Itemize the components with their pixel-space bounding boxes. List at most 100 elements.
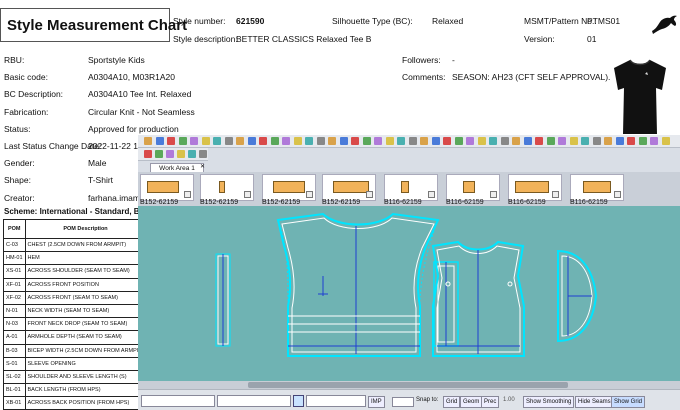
toolbar-tool-icon[interactable] bbox=[305, 137, 313, 145]
toolbar-tool-icon[interactable] bbox=[408, 137, 417, 145]
toolbar-tool-icon[interactable] bbox=[489, 137, 497, 145]
toolbar-tool-icon[interactable] bbox=[638, 137, 647, 145]
toolbar-tool-icon[interactable] bbox=[188, 150, 196, 158]
toolbar-tool-icon[interactable] bbox=[420, 137, 428, 145]
thumbnail-menu-icon[interactable] bbox=[552, 191, 559, 198]
toolbar-tool-icon[interactable] bbox=[466, 137, 474, 145]
toolbar-tool-icon[interactable] bbox=[581, 137, 589, 145]
toolbar-tool-icon[interactable] bbox=[546, 137, 555, 145]
pattern-thumbnail-label: B116-62159 bbox=[570, 199, 608, 206]
toolbar-tool-icon[interactable] bbox=[224, 137, 233, 145]
pattern-thumbnail[interactable] bbox=[140, 174, 194, 201]
thumbnail-menu-icon[interactable] bbox=[490, 191, 497, 198]
imp-button[interactable]: IMP bbox=[368, 396, 385, 408]
toolbar-tool-icon[interactable] bbox=[661, 137, 670, 145]
toolbar-tool-icon[interactable] bbox=[213, 137, 221, 145]
toolbar-tool-icon[interactable] bbox=[558, 137, 566, 145]
detail-label: RBU: bbox=[4, 55, 25, 65]
toolbar-tool-icon[interactable] bbox=[592, 137, 601, 145]
detail-label: Last Status Change Date: bbox=[4, 141, 102, 151]
hide-seams-button[interactable]: Hide Seams bbox=[575, 396, 614, 408]
toolbar-tool-icon[interactable] bbox=[362, 137, 371, 145]
toolbar-tool-icon[interactable] bbox=[282, 137, 290, 145]
pattern-thumbnail-label: B152-62159 bbox=[140, 199, 179, 206]
color-swatch[interactable] bbox=[293, 395, 304, 407]
snap-grid-button[interactable]: Grid bbox=[443, 396, 461, 408]
horizontal-scrollbar[interactable] bbox=[138, 381, 680, 389]
snap-geom-button[interactable]: Geom bbox=[460, 396, 483, 408]
pattern-thumbnail[interactable] bbox=[446, 174, 500, 201]
toolbar-tool-icon[interactable] bbox=[247, 137, 256, 145]
toolbar-tool-icon[interactable] bbox=[374, 137, 382, 145]
toolbar-tool-icon[interactable] bbox=[339, 137, 348, 145]
toolbar-tool-icon[interactable] bbox=[431, 137, 440, 145]
pattern-thumbnail-shape bbox=[583, 181, 611, 193]
silhouette-label: Silhouette Type (BC): bbox=[332, 16, 413, 26]
toolbar-tool-icon[interactable] bbox=[443, 137, 451, 145]
toolbar-tool-icon[interactable] bbox=[627, 137, 635, 145]
toolbar-tool-icon[interactable] bbox=[351, 137, 359, 145]
toolbar-tool-icon[interactable] bbox=[190, 137, 198, 145]
snap-prec-button[interactable]: Prec bbox=[481, 396, 500, 408]
pattern-thumbnail[interactable] bbox=[200, 174, 254, 201]
toolbar-tool-icon[interactable] bbox=[144, 150, 152, 158]
pom-description: BICEP WIDTH (2.5CM DOWN FROM ARMPIT) bbox=[24, 343, 147, 358]
toolbar-tool-icon[interactable] bbox=[236, 137, 244, 145]
followers-label: Followers: bbox=[402, 55, 441, 65]
toolbar-tool-icon[interactable] bbox=[144, 137, 152, 145]
show-grid-button[interactable]: Show Grid bbox=[611, 396, 646, 408]
silhouette-value: Relaxed bbox=[432, 16, 464, 26]
show-smoothing-button[interactable]: Show Smoothing bbox=[523, 396, 575, 408]
toolbar-tool-icon[interactable] bbox=[523, 137, 532, 145]
toolbar-tool-icon[interactable] bbox=[201, 137, 210, 145]
toolbar-tool-icon[interactable] bbox=[604, 137, 612, 145]
toolbar-tool-icon[interactable] bbox=[535, 137, 543, 145]
scale-value: 1.00 bbox=[503, 397, 515, 403]
status-field-3 bbox=[306, 395, 366, 407]
tshirt-image bbox=[614, 59, 666, 134]
toolbar-tool-icon[interactable] bbox=[500, 137, 509, 145]
toolbar-tool-icon[interactable] bbox=[569, 137, 578, 145]
pom-table: POM POM Description C-03 CHEST (2.5CM DOW… bbox=[3, 219, 147, 410]
pattern-canvas[interactable] bbox=[138, 206, 680, 381]
toolbar-tool-icon[interactable] bbox=[397, 137, 405, 145]
toolbar-tool-icon[interactable] bbox=[477, 137, 486, 145]
thumbnail-menu-icon[interactable] bbox=[614, 191, 621, 198]
toolbar-tool-icon[interactable] bbox=[615, 137, 624, 145]
toolbar-tool-icon[interactable] bbox=[385, 137, 394, 145]
thumbnail-menu-icon[interactable] bbox=[184, 191, 191, 198]
pattern-thumbnail[interactable] bbox=[508, 174, 562, 201]
toolbar-tool-icon[interactable] bbox=[650, 137, 658, 145]
scrollbar-thumb[interactable] bbox=[248, 382, 568, 388]
toolbar-tool-icon[interactable] bbox=[199, 150, 207, 158]
toolbar-tool-icon[interactable] bbox=[177, 150, 185, 158]
pattern-thumbnail[interactable] bbox=[322, 174, 376, 201]
thumbnail-menu-icon[interactable] bbox=[366, 191, 373, 198]
toolbar-tool-icon[interactable] bbox=[270, 137, 279, 145]
toolbar-tool-icon[interactable] bbox=[166, 150, 174, 158]
table-row: BL-01 BACK LENGTH (FROM HPS) bbox=[3, 383, 147, 398]
pom-code: BL-01 bbox=[3, 383, 26, 398]
pattern-piece-strip bbox=[215, 253, 231, 347]
puma-cat-icon bbox=[652, 15, 677, 34]
toolbar-tool-icon[interactable] bbox=[316, 137, 325, 145]
toolbar-tool-icon[interactable] bbox=[454, 137, 463, 145]
toolbar-tool-icon[interactable] bbox=[328, 137, 336, 145]
imp-value-field[interactable] bbox=[392, 397, 414, 407]
thumbnail-menu-icon[interactable] bbox=[428, 191, 435, 198]
toolbar-tool-icon[interactable] bbox=[293, 137, 302, 145]
thumbnail-menu-icon[interactable] bbox=[244, 191, 251, 198]
thumbnail-menu-icon[interactable] bbox=[306, 191, 313, 198]
table-row: N-03 FRONT NECK DROP (SEAM TO SEAM) bbox=[3, 317, 147, 332]
toolbar-tool-icon[interactable] bbox=[167, 137, 175, 145]
toolbar-tool-icon[interactable] bbox=[178, 137, 187, 145]
toolbar-tool-icon[interactable] bbox=[512, 137, 520, 145]
pattern-thumbnail[interactable] bbox=[570, 174, 624, 201]
pom-description: ARMHOLE DEPTH (SEAM TO SEAM) bbox=[24, 330, 147, 345]
close-tab-icon[interactable]: ✕ bbox=[200, 163, 205, 170]
toolbar-tool-icon[interactable] bbox=[155, 150, 163, 158]
toolbar-tool-icon[interactable] bbox=[155, 137, 164, 145]
pattern-thumbnail[interactable] bbox=[384, 174, 438, 201]
pattern-thumbnail[interactable] bbox=[262, 174, 316, 201]
toolbar-tool-icon[interactable] bbox=[259, 137, 267, 145]
